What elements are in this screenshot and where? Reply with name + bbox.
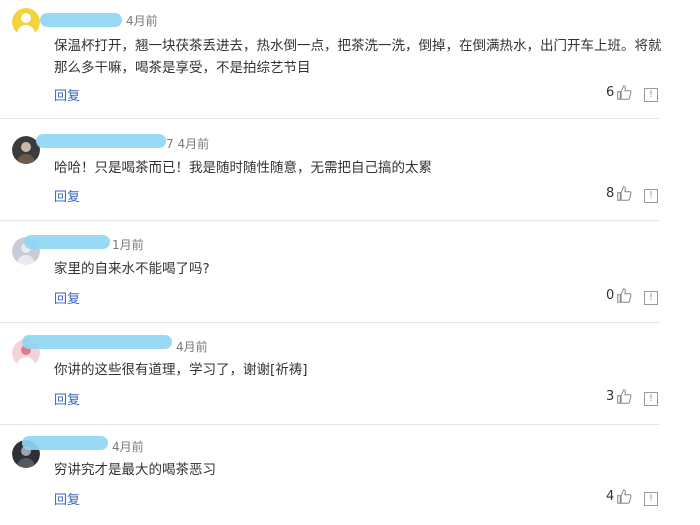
comment-time: 4月前 bbox=[112, 440, 144, 454]
comment-text: 你讲的这些很有道理，学习了，谢谢[祈祷] bbox=[54, 362, 308, 378]
reply-button[interactable]: 回复 bbox=[54, 85, 80, 104]
avatar[interactable] bbox=[12, 8, 40, 36]
thumbs-up-icon bbox=[617, 85, 632, 100]
like-count: 3 bbox=[606, 389, 615, 404]
report-button[interactable]: ! bbox=[644, 392, 658, 406]
thumbs-up-icon bbox=[617, 186, 632, 201]
like-count: 6 bbox=[606, 85, 615, 100]
comment-time: 7 4月前 bbox=[166, 137, 210, 151]
username-redacted bbox=[22, 335, 172, 349]
like-button[interactable]: 0 bbox=[606, 287, 633, 304]
report-button[interactable]: ! bbox=[644, 291, 658, 305]
comment-time: 4月前 bbox=[176, 340, 208, 354]
thumbs-up-icon bbox=[617, 389, 632, 404]
like-count: 0 bbox=[606, 288, 615, 303]
username-redacted bbox=[36, 134, 166, 148]
comment-item: 1月前 家里的自来水不能喝了吗? 回复 0 ! bbox=[0, 221, 700, 322]
comment-text: 保温杯打开，翘一块茯茶丢进去，热水倒一点，把茶洗一洗，倒掉，在倒满热水，出门开车… bbox=[54, 38, 662, 76]
comment-item: 4月前 保温杯打开，翘一块茯茶丢进去，热水倒一点，把茶洗一洗，倒掉，在倒满热水，… bbox=[0, 0, 700, 118]
username-redacted bbox=[24, 235, 110, 249]
like-button[interactable]: 4 bbox=[606, 488, 633, 505]
reply-button[interactable]: 回复 bbox=[54, 288, 80, 307]
like-button[interactable]: 6 bbox=[606, 84, 633, 101]
comment-item: 4月前 你讲的这些很有道理，学习了，谢谢[祈祷] 回复 3 ! bbox=[0, 323, 700, 424]
thumbs-up-icon bbox=[617, 288, 632, 303]
comment-time: 1月前 bbox=[112, 238, 144, 252]
reply-button[interactable]: 回复 bbox=[54, 186, 80, 205]
comment-time: 4月前 bbox=[126, 14, 158, 28]
username-redacted bbox=[40, 13, 122, 27]
comment-text: 哈哈！只是喝茶而已！我是随时随性随意，无需把自己搞的太累 bbox=[54, 160, 432, 176]
reply-button[interactable]: 回复 bbox=[54, 389, 80, 408]
like-count: 8 bbox=[606, 186, 615, 201]
comment-item: 7 4月前 哈哈！只是喝茶而已！我是随时随性随意，无需把自己搞的太累 回复 8 … bbox=[0, 119, 700, 220]
report-button[interactable]: ! bbox=[644, 88, 658, 102]
thumbs-up-icon bbox=[617, 489, 632, 504]
report-button[interactable]: ! bbox=[644, 492, 658, 506]
comment-item: 4月前 穷讲究才是最大的喝茶恶习 回复 4 ! bbox=[0, 425, 700, 525]
report-button[interactable]: ! bbox=[644, 189, 658, 203]
comment-text: 穷讲究才是最大的喝茶恶习 bbox=[54, 462, 216, 478]
like-count: 4 bbox=[606, 489, 615, 504]
comment-text: 家里的自来水不能喝了吗? bbox=[54, 261, 210, 277]
like-button[interactable]: 3 bbox=[606, 388, 633, 405]
like-button[interactable]: 8 bbox=[606, 185, 633, 202]
username-redacted bbox=[22, 436, 108, 450]
reply-button[interactable]: 回复 bbox=[54, 489, 80, 508]
